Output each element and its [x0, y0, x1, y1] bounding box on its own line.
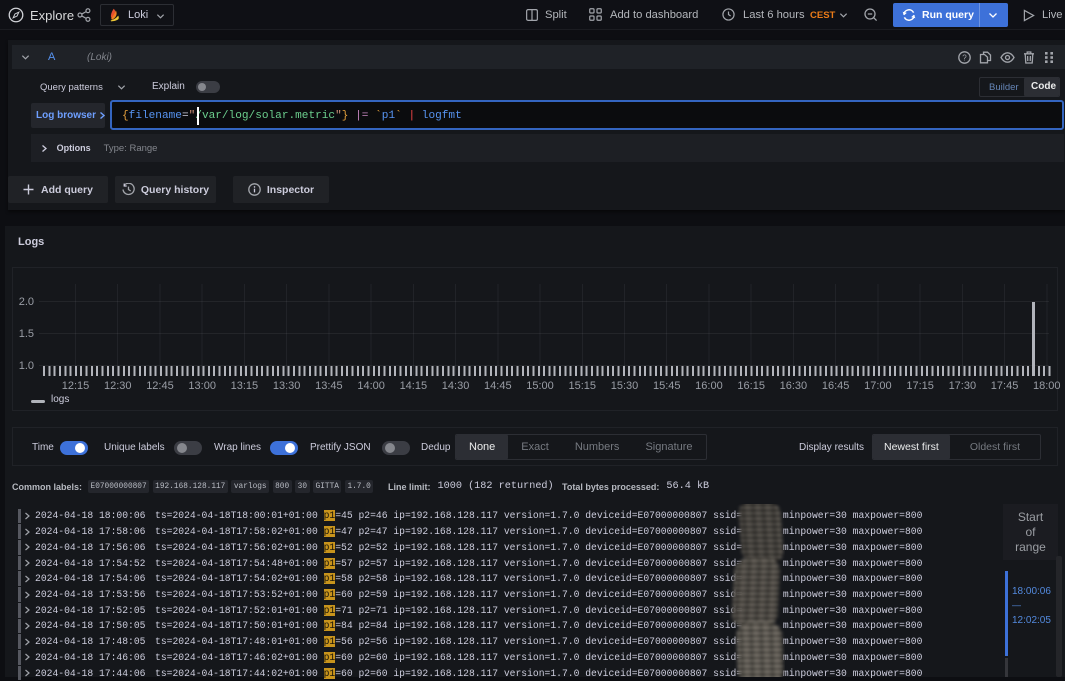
svg-text:?: ? — [962, 53, 967, 62]
